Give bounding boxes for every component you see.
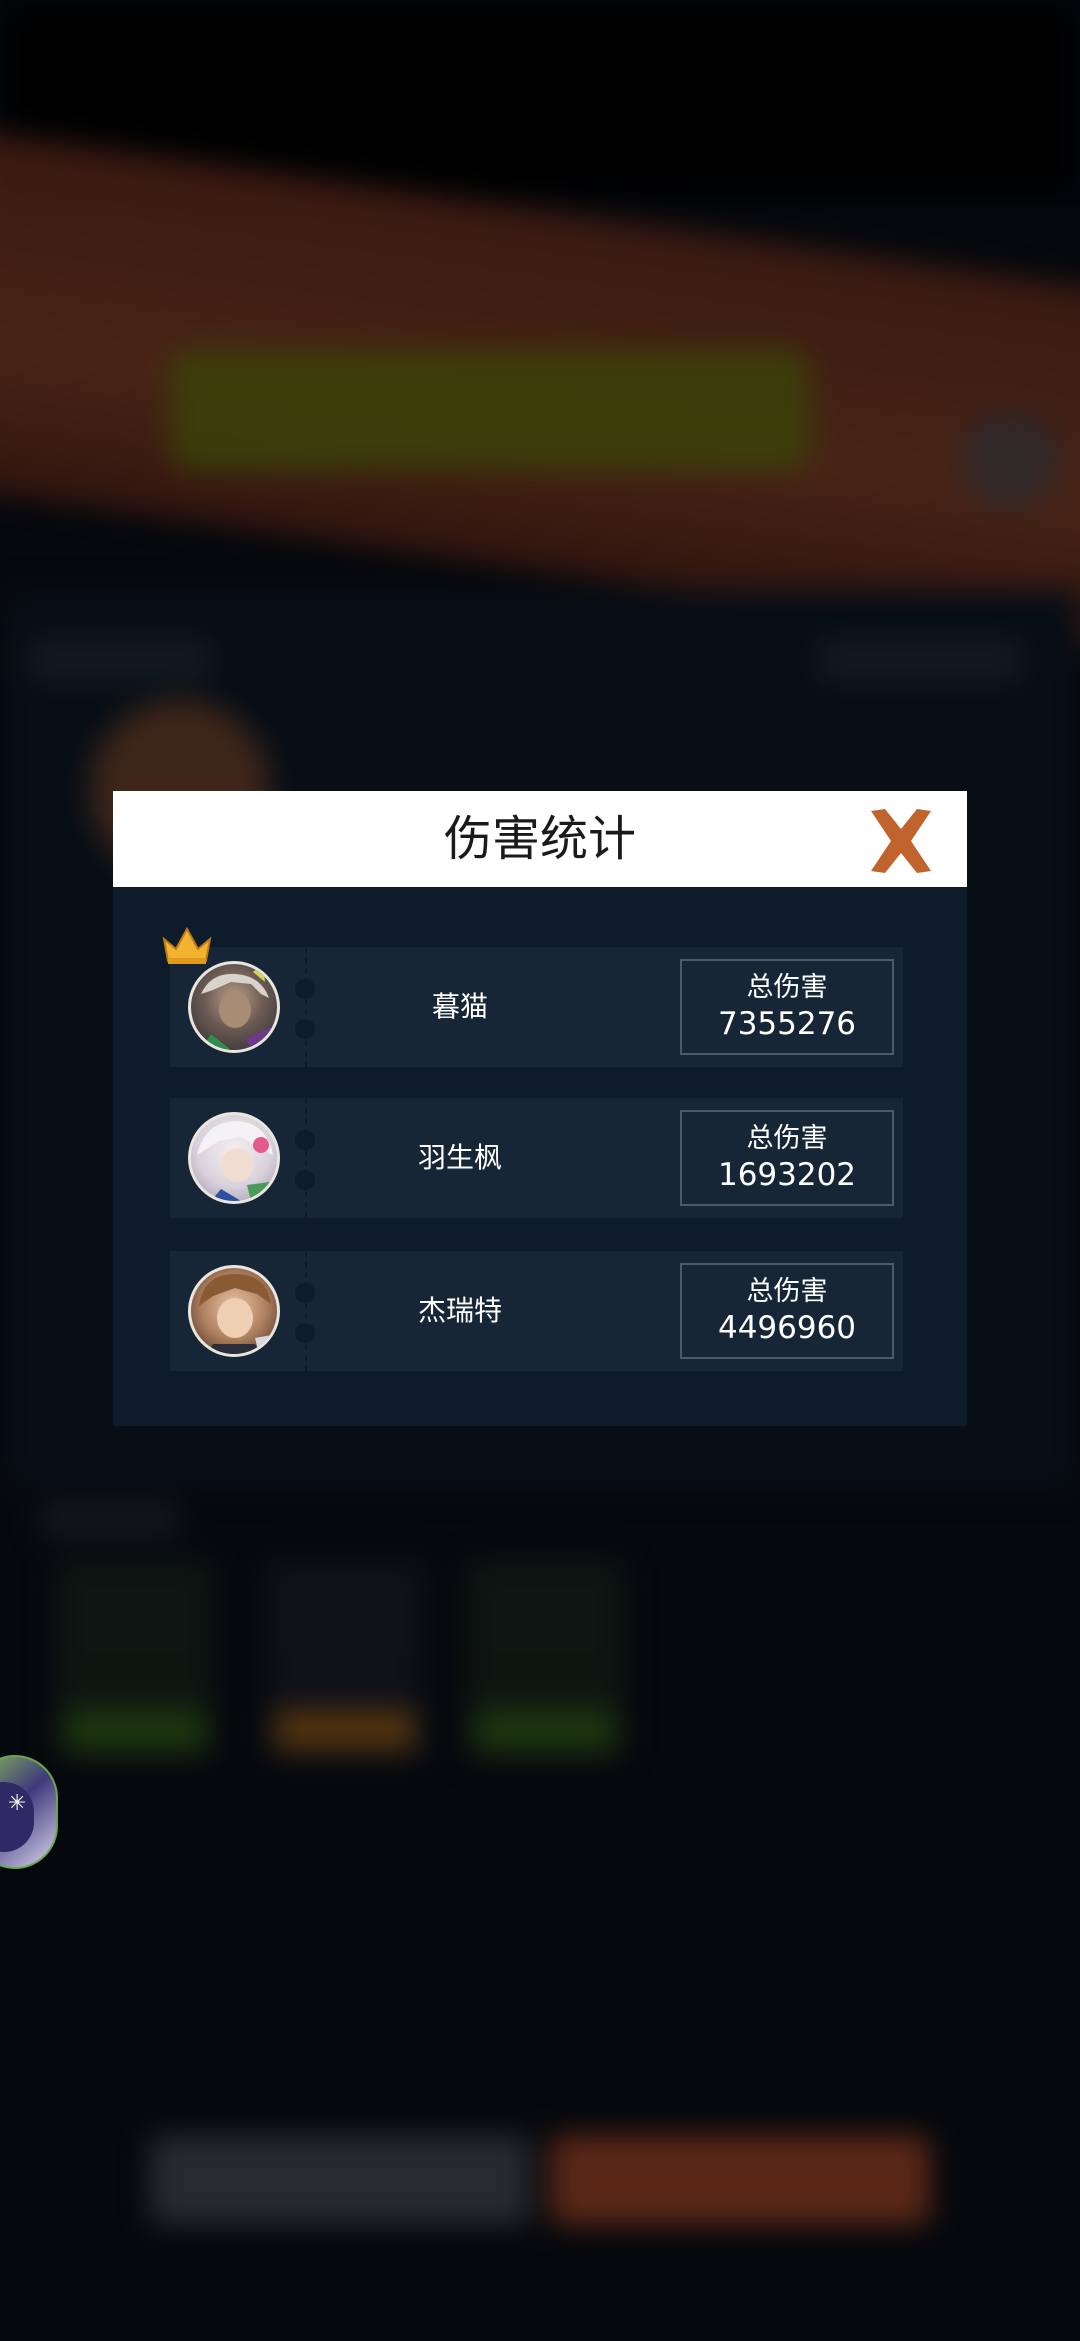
dialog-title: 伤害统计 [443, 811, 636, 867]
total-damage-label: 总伤害 [746, 972, 828, 1003]
dialog-header: 伤害统计 [113, 791, 967, 887]
close-button[interactable] [865, 805, 937, 877]
player-avatar [188, 1265, 280, 1357]
total-damage-label: 总伤害 [746, 1123, 828, 1154]
crown-icon [162, 926, 212, 964]
player-avatar [188, 1112, 280, 1204]
total-damage-value: 7355276 [717, 1006, 857, 1042]
floating-assistant-avatar[interactable]: ✳ [0, 1755, 58, 1869]
total-damage-box: 总伤害 1693202 [680, 1110, 894, 1206]
player-row: 杰瑞特 总伤害 4496960 [170, 1251, 903, 1371]
total-damage-value: 4496960 [717, 1310, 857, 1346]
player-name: 暮猫 [431, 990, 488, 1023]
player-row: 羽生枫 总伤害 1693202 [170, 1098, 903, 1218]
total-damage-label: 总伤害 [746, 1276, 828, 1307]
damage-stats-dialog: 伤害统计 暮猫 总伤害 7355276 羽生枫 总伤害 1693202 杰瑞特 … [113, 791, 967, 1426]
player-avatar [188, 961, 280, 1053]
player-row: 暮猫 总伤害 7355276 [162, 926, 903, 1067]
total-damage-value: 1693202 [717, 1157, 857, 1193]
player-name: 杰瑞特 [417, 1294, 502, 1327]
total-damage-box: 总伤害 7355276 [680, 959, 894, 1055]
player-name: 羽生枫 [417, 1141, 502, 1174]
total-damage-box: 总伤害 4496960 [680, 1263, 894, 1359]
close-x-icon [871, 809, 931, 873]
